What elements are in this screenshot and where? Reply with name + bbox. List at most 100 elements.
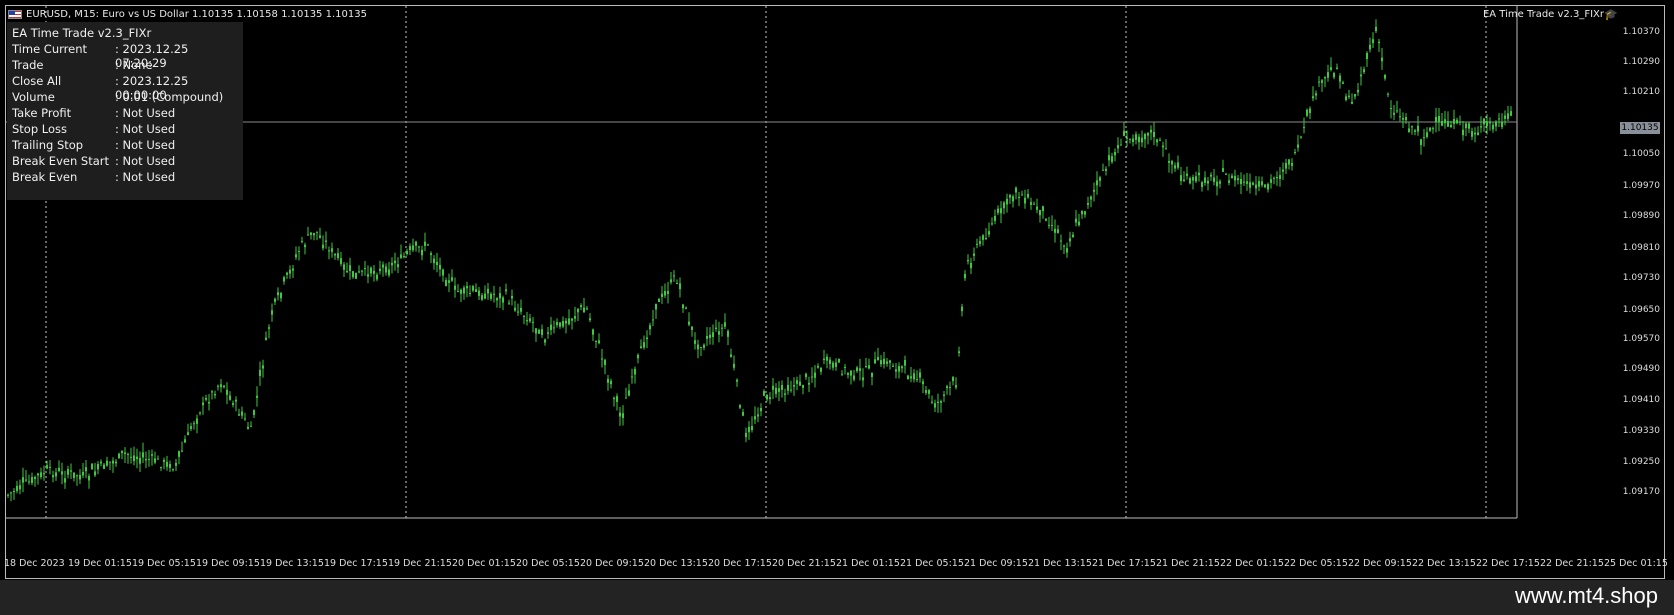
candle-body [958,351,960,354]
candle-body [811,376,813,378]
candle-body [640,346,642,349]
candle-body [487,288,489,294]
candle-body [490,293,492,299]
candle-body [601,358,603,360]
candle-body [1465,123,1467,129]
candle-body [448,280,450,283]
candle-body [364,268,366,270]
candle-body [1420,139,1422,146]
candle-body [1168,160,1170,163]
candle-body [1237,178,1239,181]
candle-body [415,241,417,246]
time-axis-label: 19 Dec 09:15 [196,558,260,569]
candle-body [1135,134,1137,140]
candle-body [1120,144,1122,146]
candle-body [1258,181,1260,187]
candle-body [1498,118,1500,120]
candle-body [532,321,534,323]
price-chart[interactable] [6,6,1666,580]
candle-body [715,327,717,330]
candle-body [493,293,495,295]
candle-body [337,253,339,259]
price-axis-label: 1.09330 [1622,426,1660,436]
time-axis-label: 21 Dec 09:15 [964,558,1028,569]
candle-body [1072,234,1074,238]
candle-body [973,253,975,256]
candle-body [1300,136,1302,138]
candle-body [1408,128,1410,132]
candle-body [604,359,606,366]
candle-body [214,394,216,396]
candle-body [1141,137,1143,143]
candle-body [1225,173,1227,175]
candle-body [1312,96,1314,99]
candle-body [1096,180,1098,186]
candle-body [1423,137,1425,139]
graduation-cap-icon[interactable]: 🎓 [1604,8,1618,21]
candle-body [1126,137,1128,139]
chart-window[interactable] [5,5,1665,579]
candle-body [622,413,624,418]
candle-body [457,290,459,292]
candle-body [550,324,552,331]
candle-body [1093,189,1095,192]
candle-body [1078,221,1080,226]
candle-body [1354,94,1356,97]
candle-body [988,231,990,235]
candle-body [547,332,549,334]
candle-body [784,393,786,395]
candle-body [1471,131,1473,137]
candle-body [1015,187,1017,193]
candle-body [781,385,783,390]
candle-body [919,372,921,378]
time-axis-label: 21 Dec 17:15 [1092,558,1156,569]
candle-body [1345,96,1347,101]
candle-body [376,274,378,280]
candle-body [406,251,408,255]
candle-body [1003,202,1005,209]
candle-body [199,412,201,414]
candle-body [265,337,267,340]
price-axis-label: 1.10370 [1622,27,1660,37]
ea-info-panel: EA Time Trade v2.3_FIXr Time Current: 20… [7,22,243,200]
candle-body [1333,73,1335,78]
candle-body [1150,129,1152,133]
candle-body [202,402,204,406]
candle-body [76,475,78,477]
candle-body [739,405,741,408]
candle-body [724,322,726,327]
candle-body [1417,125,1419,132]
candle-body [151,454,153,456]
time-axis-label: 22 Dec 01:15 [1220,558,1284,569]
candle-body [301,241,303,243]
candle-body [682,304,684,309]
candle-body [1138,136,1140,143]
candle-body [610,380,612,385]
candle-body [754,416,756,420]
candle-body [1060,240,1062,242]
ea-name-label[interactable]: EA Time Trade v2.3_FIXr [1483,9,1604,20]
candle-body [625,397,627,399]
candle-body [394,260,396,264]
candle-body [571,318,573,321]
candle-body [1027,193,1029,198]
candle-body [1501,121,1503,127]
candle-body [181,450,183,452]
candle-body [889,360,891,363]
candle-body [85,467,87,472]
candle-body [130,456,132,458]
candle-body [427,244,429,246]
candle-body [586,308,588,310]
candle-body [499,293,501,299]
candle-body [190,426,192,429]
candle-body [535,328,537,334]
candle-body [853,375,855,380]
candle-body [430,253,432,256]
candle-body [1252,182,1254,185]
candle-body [250,425,252,427]
candle-body [877,356,879,361]
candle-body [25,479,27,481]
candle-body [37,473,39,476]
candle-body [1198,172,1200,176]
time-axis-label: 20 Dec 13:15 [644,558,708,569]
